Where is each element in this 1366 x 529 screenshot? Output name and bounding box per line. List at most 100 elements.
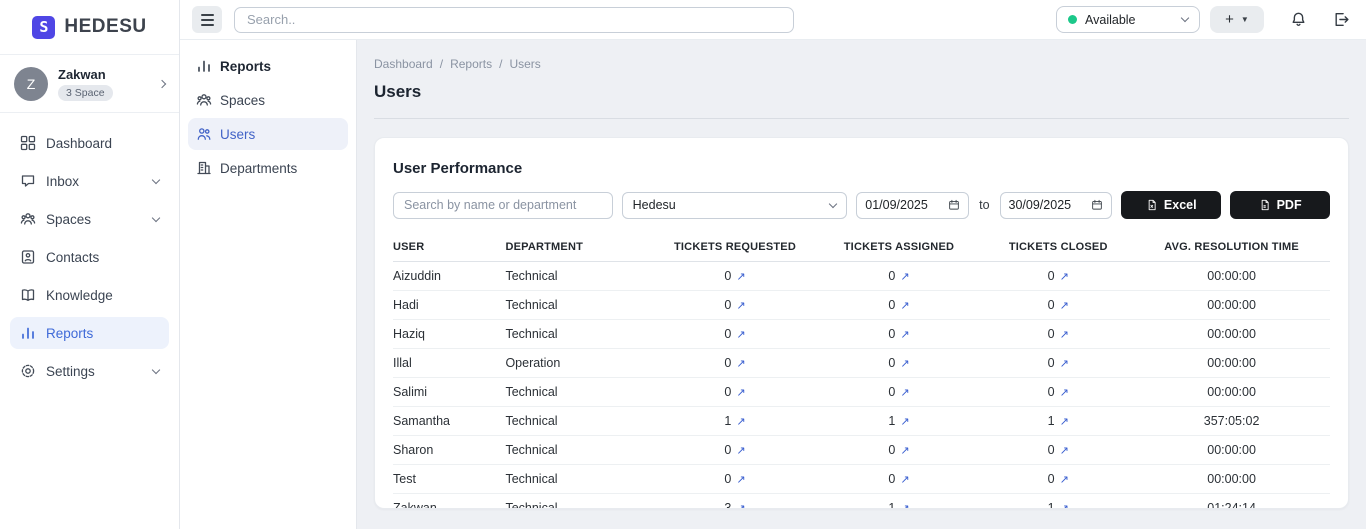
date-from-value: 01/09/2025 (865, 198, 928, 212)
cell-avg-resolution: 00:00:00 (1133, 465, 1330, 494)
drilldown-arrow-icon[interactable]: ↗ (1060, 271, 1069, 283)
drilldown-arrow-icon[interactable]: ↗ (1060, 503, 1069, 509)
sidebar-item-label: Dashboard (46, 136, 159, 151)
drilldown-arrow-icon[interactable]: ↗ (1060, 329, 1069, 341)
reports-menu-item-departments[interactable]: Departments (188, 152, 348, 184)
drilldown-arrow-icon[interactable]: ↗ (900, 300, 909, 312)
col-header-closed: TICKETS CLOSED (983, 235, 1133, 262)
cell-avg-resolution: 00:00:00 (1133, 436, 1330, 465)
reports-menu-item-spaces[interactable]: Spaces (188, 84, 348, 116)
cell-department: Operation (505, 349, 655, 378)
drilldown-arrow-icon[interactable]: ↗ (1060, 300, 1069, 312)
sidebar-item-dashboard[interactable]: Dashboard (10, 127, 169, 159)
sidebar-toggle-button[interactable] (192, 6, 222, 33)
drilldown-arrow-icon[interactable]: ↗ (1060, 358, 1069, 370)
table-row: Aizuddin Technical 0↗ 0↗ 0↗ 00:00:00 (393, 262, 1330, 291)
drilldown-arrow-icon[interactable]: ↗ (736, 445, 745, 457)
col-header-department: DEPARTMENT (505, 235, 655, 262)
drilldown-arrow-icon[interactable]: ↗ (900, 474, 909, 486)
bar-chart-icon (196, 58, 212, 74)
breadcrumb-users: Users (509, 57, 540, 71)
availability-select[interactable]: Available (1056, 6, 1200, 33)
user-performance-card: User Performance Hedesu 01/09/2025 to (374, 137, 1349, 509)
sidebar-item-reports[interactable]: Reports (10, 317, 169, 349)
drilldown-arrow-icon[interactable]: ↗ (736, 300, 745, 312)
notifications-bell-icon[interactable] (1290, 11, 1307, 28)
drilldown-arrow-icon[interactable]: ↗ (1060, 416, 1069, 428)
primary-sidebar: S HEDESU Z Zakwan 3 Space Dashboard Inbo… (0, 0, 180, 529)
pdf-file-icon (1259, 199, 1271, 211)
status-dot-icon (1068, 15, 1077, 24)
cell-department: Technical (505, 320, 655, 349)
profile-name: Zakwan (58, 67, 149, 82)
drilldown-arrow-icon[interactable]: ↗ (736, 387, 745, 399)
drilldown-arrow-icon[interactable]: ↗ (736, 416, 745, 428)
sidebar-item-label: Reports (46, 326, 159, 341)
drilldown-arrow-icon[interactable]: ↗ (900, 503, 909, 509)
drilldown-arrow-icon[interactable]: ↗ (1060, 387, 1069, 399)
cell-user: Salimi (393, 378, 505, 407)
export-pdf-button[interactable]: PDF (1230, 191, 1330, 219)
drilldown-arrow-icon[interactable]: ↗ (736, 503, 745, 509)
filter-toolbar: Hedesu 01/09/2025 to 30/09/2025 (393, 191, 1330, 219)
cell-avg-resolution: 00:00:00 (1133, 262, 1330, 291)
drilldown-arrow-icon[interactable]: ↗ (900, 358, 909, 370)
global-search-input[interactable] (234, 7, 794, 33)
app-window: S HEDESU Z Zakwan 3 Space Dashboard Inbo… (0, 0, 1366, 529)
drilldown-arrow-icon[interactable]: ↗ (736, 271, 745, 283)
cell-avg-resolution: 00:00:00 (1133, 349, 1330, 378)
sidebar-item-label: Contacts (46, 250, 159, 265)
reports-submenu: Reports Spaces Users Departments (180, 40, 357, 529)
sidebar-item-label: Inbox (46, 174, 143, 189)
drilldown-arrow-icon[interactable]: ↗ (736, 329, 745, 341)
contacts-card-icon (20, 249, 36, 265)
sidebar-item-label: Spaces (46, 212, 143, 227)
cell-user: Haziq (393, 320, 505, 349)
table-row: Illal Operation 0↗ 0↗ 0↗ 00:00:00 (393, 349, 1330, 378)
sidebar-item-inbox[interactable]: Inbox (10, 165, 169, 197)
drilldown-arrow-icon[interactable]: ↗ (736, 358, 745, 370)
spaces-people-icon (196, 92, 212, 108)
sidebar-item-knowledge[interactable]: Knowledge (10, 279, 169, 311)
sidebar-item-contacts[interactable]: Contacts (10, 241, 169, 273)
logout-icon[interactable] (1333, 11, 1350, 28)
sidebar-item-settings[interactable]: Settings (10, 355, 169, 387)
submenu-item-label: Departments (220, 161, 297, 176)
workspace-select-value: Hedesu (633, 198, 676, 212)
drilldown-arrow-icon[interactable]: ↗ (1060, 445, 1069, 457)
breadcrumb-dashboard[interactable]: Dashboard (374, 57, 433, 71)
panel-title: User Performance (393, 160, 1330, 177)
drilldown-arrow-icon[interactable]: ↗ (900, 387, 909, 399)
date-to-input[interactable]: 30/09/2025 (1000, 192, 1113, 219)
drilldown-arrow-icon[interactable]: ↗ (900, 271, 909, 283)
chevron-down-icon (152, 213, 160, 221)
date-from-input[interactable]: 01/09/2025 (856, 192, 969, 219)
calendar-icon (948, 199, 960, 211)
excel-file-icon (1146, 199, 1158, 211)
drilldown-arrow-icon[interactable]: ↗ (900, 416, 909, 428)
users-icon (196, 126, 212, 142)
cell-avg-resolution: 00:00:00 (1133, 320, 1330, 349)
export-excel-button[interactable]: Excel (1121, 191, 1221, 219)
workspace-select[interactable]: Hedesu (622, 192, 848, 219)
drilldown-arrow-icon[interactable]: ↗ (1060, 474, 1069, 486)
add-new-button[interactable]: + ▼ (1210, 6, 1264, 33)
profile-switcher[interactable]: Z Zakwan 3 Space (0, 55, 179, 113)
drilldown-arrow-icon[interactable]: ↗ (900, 329, 909, 341)
brand-logo[interactable]: S HEDESU (0, 0, 179, 55)
drilldown-arrow-icon[interactable]: ↗ (900, 445, 909, 457)
breadcrumb-reports[interactable]: Reports (450, 57, 492, 71)
cell-avg-resolution: 00:00:00 (1133, 378, 1330, 407)
table-search-input[interactable] (393, 192, 613, 219)
bar-chart-icon (20, 325, 36, 341)
sidebar-item-spaces[interactable]: Spaces (10, 203, 169, 235)
col-header-user: USER (393, 235, 505, 262)
chevron-down-icon (829, 199, 837, 207)
table-row: Zakwan Technical 3↗ 1↗ 1↗ 01:24:14 (393, 494, 1330, 510)
col-header-requested: TICKETS REQUESTED (655, 235, 814, 262)
reports-menu-item-users[interactable]: Users (188, 118, 348, 150)
chevron-down-icon (152, 365, 160, 373)
table-row: Sharon Technical 0↗ 0↗ 0↗ 00:00:00 (393, 436, 1330, 465)
drilldown-arrow-icon[interactable]: ↗ (736, 474, 745, 486)
col-header-assigned: TICKETS ASSIGNED (815, 235, 984, 262)
